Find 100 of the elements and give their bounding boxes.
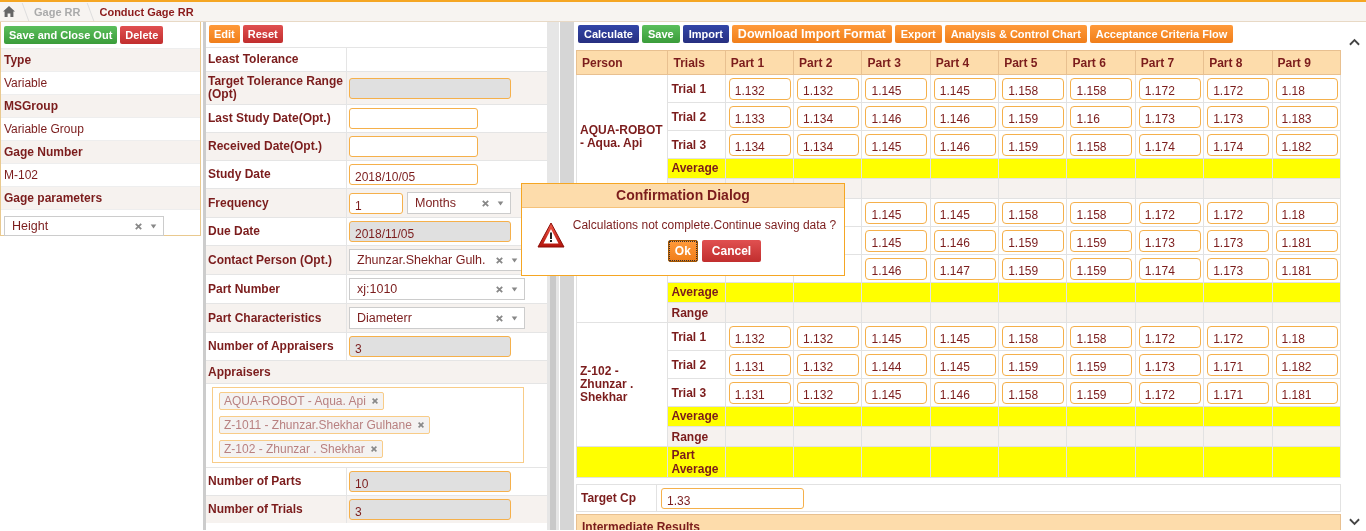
measurement-input[interactable]: 1.158 — [1070, 77, 1133, 100]
measurement-input[interactable]: 1.145 — [865, 229, 928, 252]
measurement-input[interactable]: 1.145 — [865, 77, 928, 100]
measurement-input[interactable]: 1.146 — [865, 257, 928, 280]
button[interactable]: Reset — [242, 25, 283, 43]
measurement-input[interactable]: 1.132 — [797, 77, 860, 100]
measurement-input[interactable]: 1.159 — [1070, 229, 1133, 252]
measurement-input[interactable]: 1.173 — [1138, 105, 1201, 128]
breadcrumb-link[interactable]: Conduct Gage RR — [99, 5, 194, 18]
measurement-input[interactable]: 1.132 — [728, 325, 791, 348]
clear-icon[interactable] — [495, 313, 504, 323]
measurement-input[interactable]: 1.132 — [797, 325, 860, 348]
remove-icon[interactable] — [416, 421, 425, 429]
button[interactable]: Delete — [120, 26, 164, 44]
caret-icon[interactable] — [511, 257, 518, 263]
measurement-input[interactable]: 1.159 — [1070, 257, 1133, 280]
input-field[interactable]: 2018/10/05 — [349, 164, 478, 185]
measurement-input[interactable]: 1.146 — [865, 105, 928, 128]
measurement-input[interactable]: 1.159 — [1002, 133, 1065, 156]
home-icon[interactable] — [3, 6, 15, 17]
select-field[interactable]: Height — [4, 216, 164, 236]
measurement-input[interactable]: 1.173 — [1207, 257, 1270, 280]
measurement-input[interactable]: 1.147 — [933, 257, 996, 280]
measurement-input[interactable]: 1.171 — [1207, 381, 1270, 404]
measurement-input[interactable]: 1.134 — [728, 133, 791, 156]
measurement-input[interactable]: 1.18 — [1275, 325, 1338, 348]
measurement-input[interactable]: 1.132 — [728, 77, 791, 100]
measurement-input[interactable]: 1.134 — [797, 105, 860, 128]
measurement-input[interactable]: 1.158 — [1002, 201, 1065, 224]
measurement-input[interactable]: 1.182 — [1275, 353, 1338, 376]
select-field[interactable]: Months — [407, 192, 511, 214]
measurement-input[interactable]: 1.159 — [1002, 257, 1065, 280]
select-field[interactable]: xj:1010 — [349, 278, 525, 300]
measurement-input[interactable]: 1.173 — [1207, 105, 1270, 128]
measurement-input[interactable]: 1.159 — [1070, 381, 1133, 404]
measurement-input[interactable]: 1.146 — [933, 229, 996, 252]
measurement-input[interactable]: 1.182 — [1275, 133, 1338, 156]
measurement-input[interactable]: 1.173 — [1207, 229, 1270, 252]
measurement-input[interactable]: 1.145 — [865, 201, 928, 224]
measurement-input[interactable]: 1.158 — [1002, 325, 1065, 348]
clear-icon[interactable] — [495, 284, 504, 294]
measurement-input[interactable]: 1.159 — [1002, 105, 1065, 128]
input-field[interactable]: 1.33 — [661, 487, 804, 509]
measurement-input[interactable]: 1.172 — [1207, 201, 1270, 224]
clear-icon[interactable] — [481, 198, 490, 208]
measurement-input[interactable]: 1.158 — [1002, 381, 1065, 404]
scroll-down-icon[interactable] — [1348, 518, 1360, 526]
button[interactable]: Import — [682, 25, 729, 43]
measurement-input[interactable]: 1.183 — [1275, 105, 1338, 128]
measurement-input[interactable]: 1.174 — [1207, 133, 1270, 156]
button[interactable]: Calculate — [578, 25, 639, 43]
measurement-input[interactable]: 1.158 — [1002, 77, 1065, 100]
remove-icon[interactable] — [370, 397, 379, 405]
measurement-input[interactable]: 1.158 — [1070, 133, 1133, 156]
caret-icon[interactable] — [497, 200, 504, 206]
measurement-input[interactable]: 1.158 — [1070, 201, 1133, 224]
measurement-input[interactable]: 1.133 — [728, 105, 791, 128]
measurement-input[interactable]: 1.18 — [1275, 201, 1338, 224]
measurement-input[interactable]: 1.172 — [1138, 325, 1201, 348]
input-field[interactable] — [349, 136, 478, 157]
measurement-input[interactable]: 1.172 — [1207, 325, 1270, 348]
measurement-input[interactable]: 1.145 — [865, 381, 928, 404]
measurement-input[interactable]: 1.181 — [1275, 229, 1338, 252]
measurement-input[interactable]: 1.131 — [728, 381, 791, 404]
measurement-input[interactable]: 1.173 — [1138, 353, 1201, 376]
measurement-input[interactable]: 1.16 — [1070, 105, 1133, 128]
measurement-input[interactable]: 1.172 — [1207, 77, 1270, 100]
measurement-input[interactable]: 1.145 — [865, 133, 928, 156]
measurement-input[interactable]: 1.144 — [865, 353, 928, 376]
measurement-input[interactable]: 1.146 — [933, 105, 996, 128]
measurement-input[interactable]: 1.181 — [1275, 257, 1338, 280]
select-field[interactable]: Diameterr — [349, 307, 525, 329]
measurement-input[interactable]: 1.18 — [1275, 77, 1338, 100]
input-field[interactable]: 1 — [349, 192, 403, 214]
measurement-input[interactable]: 1.146 — [933, 381, 996, 404]
caret-icon[interactable] — [511, 315, 518, 321]
remove-icon[interactable] — [369, 445, 378, 453]
measurement-input[interactable]: 1.159 — [1002, 229, 1065, 252]
measurement-input[interactable]: 1.174 — [1138, 257, 1201, 280]
measurement-input[interactable]: 1.145 — [933, 201, 996, 224]
caret-icon[interactable] — [150, 223, 157, 229]
measurement-input[interactable]: 1.145 — [933, 325, 996, 348]
measurement-input[interactable]: 1.172 — [1138, 381, 1201, 404]
button[interactable]: Cancel — [701, 240, 762, 262]
measurement-input[interactable]: 1.131 — [728, 353, 791, 376]
caret-icon[interactable] — [511, 286, 518, 292]
input-field[interactable] — [349, 108, 478, 129]
warning-icon[interactable] — [537, 222, 565, 248]
measurement-input[interactable]: 1.181 — [1275, 381, 1338, 404]
measurement-input[interactable]: 1.145 — [933, 77, 996, 100]
measurement-input[interactable]: 1.171 — [1207, 353, 1270, 376]
measurement-input[interactable]: 1.159 — [1070, 353, 1133, 376]
measurement-input[interactable]: 1.158 — [1070, 325, 1133, 348]
measurement-input[interactable]: 1.132 — [797, 381, 860, 404]
clear-icon[interactable] — [495, 255, 504, 265]
measurement-input[interactable]: 1.145 — [865, 325, 928, 348]
measurement-input[interactable]: 1.173 — [1138, 229, 1201, 252]
measurement-input[interactable]: 1.172 — [1138, 77, 1201, 100]
measurement-input[interactable]: 1.172 — [1138, 201, 1201, 224]
measurement-input[interactable]: 1.174 — [1138, 133, 1201, 156]
